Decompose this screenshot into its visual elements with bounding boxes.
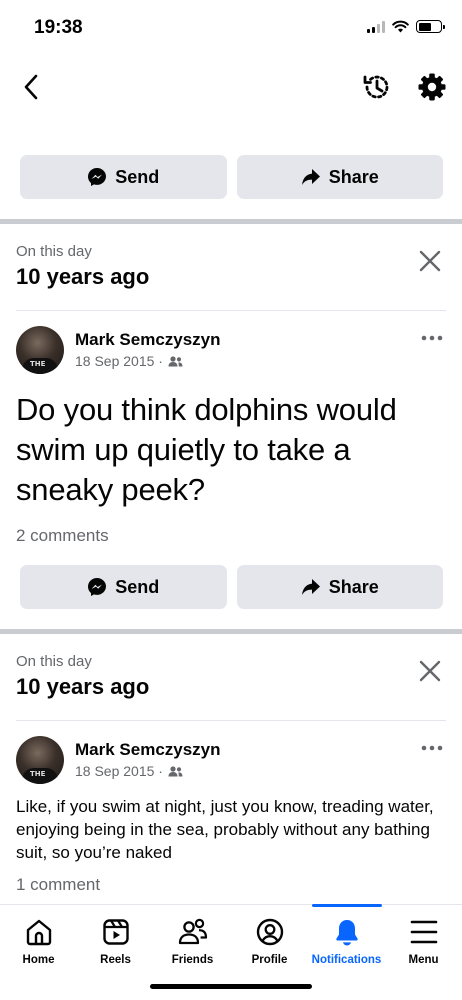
dismiss-memory-button[interactable]	[414, 655, 446, 687]
close-icon	[419, 250, 441, 272]
tab-friends[interactable]: Friends	[154, 905, 231, 975]
divider	[16, 310, 446, 311]
avatar[interactable]: THE	[16, 736, 64, 784]
tab-label: Menu	[408, 954, 439, 966]
share-label: Share	[328, 576, 379, 597]
gear-icon	[418, 73, 446, 101]
memory-label: On this day	[16, 243, 92, 260]
friends-icon	[168, 765, 183, 776]
memory-title: 10 years ago	[16, 264, 150, 289]
tab-notifications[interactable]: Notifications	[308, 905, 385, 975]
friends-icon	[168, 355, 183, 366]
memory-action-row: Send Share	[20, 565, 443, 609]
memory-header: On this day 10 years ago	[16, 241, 446, 301]
divider	[16, 720, 446, 721]
profile-icon	[256, 918, 283, 946]
history-icon	[363, 75, 389, 99]
post-options-button[interactable]	[418, 738, 446, 758]
post-text: Do you think dolphins would swim up quie…	[16, 392, 397, 507]
status-icons	[367, 20, 445, 33]
post-text: Like, if you swim at night, just you kno…	[16, 797, 434, 862]
section-separator	[0, 219, 462, 224]
post-author-row: THE Mark Semczyszyn 18 Sep 2015 ·	[16, 736, 446, 790]
tab-menu[interactable]: Menu	[385, 905, 462, 975]
cellular-signal-icon	[367, 20, 385, 33]
post-date: 18 Sep 2015 ·	[75, 763, 163, 779]
tab-label: Profile	[251, 954, 288, 966]
post-date: 18 Sep 2015 ·	[75, 353, 163, 369]
tab-label: Notifications	[311, 954, 382, 966]
settings-button[interactable]	[413, 68, 451, 106]
send-button[interactable]: Send	[20, 565, 227, 609]
memory-title: 10 years ago	[16, 674, 150, 699]
history-button[interactable]	[358, 68, 396, 106]
comments-count[interactable]: 1 comment	[16, 875, 100, 895]
more-options-icon	[421, 335, 443, 341]
post-meta: 18 Sep 2015 ·	[75, 763, 183, 779]
share-button[interactable]: Share	[236, 565, 443, 609]
send-button[interactable]: Send	[20, 155, 227, 199]
status-time: 19:38	[34, 17, 83, 38]
home-icon	[26, 919, 51, 946]
battery-icon	[416, 20, 445, 33]
tab-home[interactable]: Home	[0, 905, 77, 975]
wifi-icon	[392, 20, 409, 33]
send-label: Send	[115, 576, 160, 597]
more-options-icon	[421, 745, 443, 751]
bell-icon	[335, 920, 358, 946]
tab-label: Home	[22, 954, 55, 966]
back-button[interactable]	[14, 70, 48, 104]
post-meta: 18 Sep 2015 ·	[75, 353, 183, 369]
chevron-left-icon	[24, 74, 38, 100]
home-indicator[interactable]	[150, 984, 312, 989]
menu-icon	[410, 920, 437, 944]
messenger-icon	[88, 168, 107, 186]
reels-icon	[102, 919, 129, 945]
nav-bar	[0, 60, 462, 116]
close-icon	[419, 660, 441, 682]
post-author-row: THE Mark Semczyszyn 18 Sep 2015 ·	[16, 326, 446, 380]
share-arrow-icon	[301, 579, 320, 595]
messenger-icon	[88, 578, 107, 596]
tab-reels[interactable]: Reels	[77, 905, 154, 975]
share-button[interactable]: Share	[236, 155, 443, 199]
section-separator	[0, 629, 462, 634]
share-label: Share	[328, 166, 379, 187]
status-bar: 19:38	[0, 0, 462, 56]
tab-label: Reels	[100, 954, 131, 966]
tab-profile[interactable]: Profile	[231, 905, 308, 975]
author-name[interactable]: Mark Semczyszyn	[75, 740, 221, 760]
tab-label: Friends	[171, 954, 214, 966]
author-name[interactable]: Mark Semczyszyn	[75, 330, 221, 350]
top-action-row: Send Share	[20, 155, 443, 199]
memory-label: On this day	[16, 653, 92, 670]
post-options-button[interactable]	[418, 328, 446, 348]
friends-icon	[178, 918, 207, 945]
dismiss-memory-button[interactable]	[414, 245, 446, 277]
comments-count[interactable]: 2 comments	[16, 526, 109, 546]
send-label: Send	[115, 166, 160, 187]
memory-header: On this day 10 years ago	[16, 651, 446, 711]
avatar[interactable]: THE	[16, 326, 64, 374]
share-arrow-icon	[301, 169, 320, 185]
